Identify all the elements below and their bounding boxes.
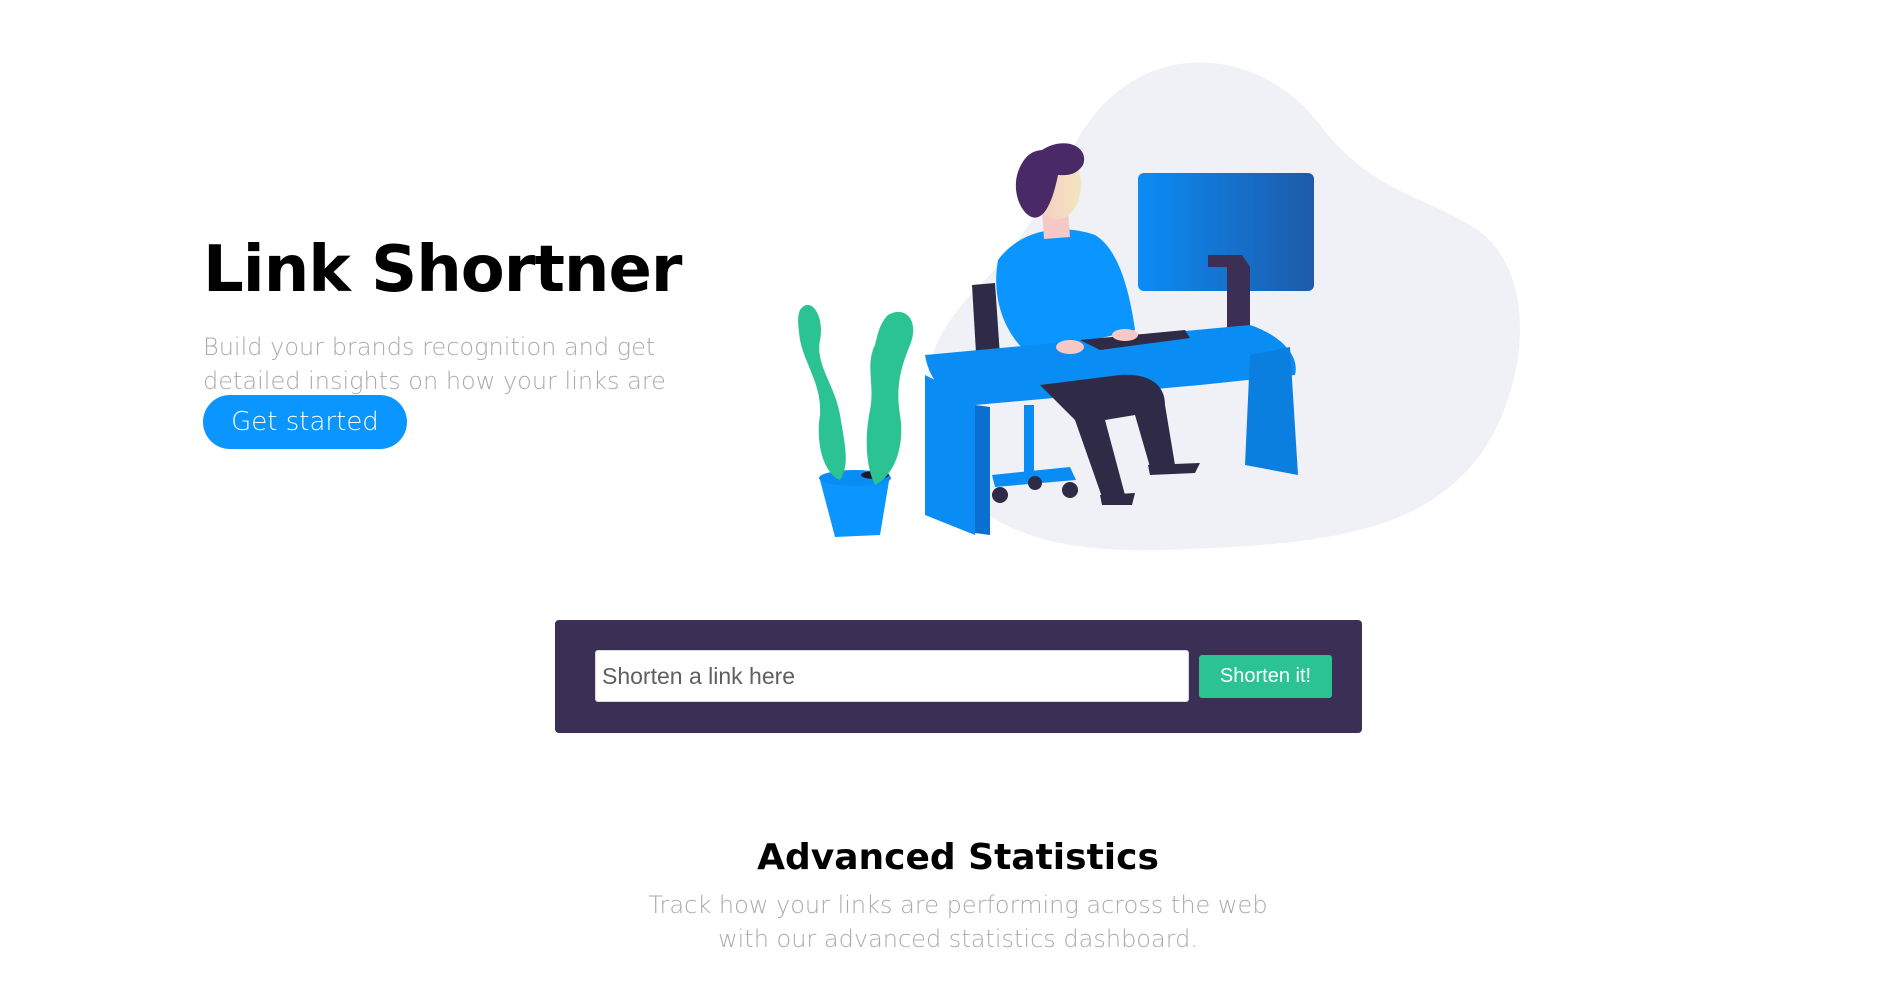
desk-leg-left bbox=[925, 375, 975, 535]
monitor-screen bbox=[1138, 173, 1314, 291]
shorten-link-bar: Shorten it! bbox=[555, 620, 1362, 733]
chair-wheel bbox=[992, 487, 1008, 503]
stats-description: Track how your links are performing acro… bbox=[648, 891, 1268, 953]
advanced-statistics-section: Advanced Statistics Track how your links… bbox=[0, 834, 1899, 956]
desk-leg-right bbox=[1245, 347, 1298, 475]
person-right-hand bbox=[1112, 329, 1138, 341]
get-started-button[interactable]: Get started bbox=[203, 395, 407, 449]
hero-title: Link Shortner bbox=[203, 233, 682, 307]
plant-leaf-right bbox=[866, 311, 914, 485]
person-left-hand bbox=[1056, 340, 1084, 354]
chair-post bbox=[1024, 405, 1034, 475]
shorten-it-button[interactable]: Shorten it! bbox=[1199, 655, 1332, 698]
plant-leaf-left bbox=[798, 304, 846, 480]
desk-side bbox=[975, 405, 990, 535]
chair-wheel bbox=[1028, 476, 1042, 490]
chair-wheel bbox=[1062, 482, 1078, 498]
person-working-at-desk-illustration bbox=[798, 62, 1520, 551]
stats-title: Advanced Statistics bbox=[757, 837, 1159, 878]
shorten-link-input[interactable] bbox=[595, 650, 1189, 702]
page: Link Shortner Build your brands recognit… bbox=[0, 0, 1899, 1001]
